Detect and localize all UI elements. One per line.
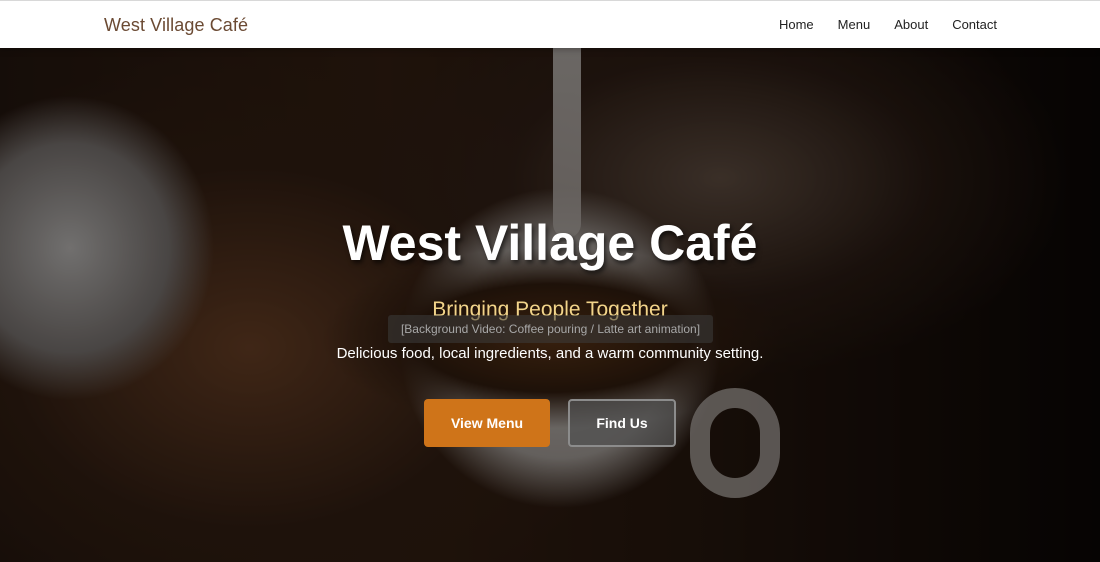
nav-link-menu[interactable]: Menu <box>838 17 871 32</box>
brand-logo-link[interactable]: West Village Café <box>104 15 248 36</box>
main-nav: Home Menu About Contact <box>755 17 997 32</box>
hero-title: West Village Café <box>342 215 758 271</box>
site-header: West Village Café Home Menu About Contac… <box>0 0 1100 48</box>
hero-section: West Village Café Bringing People Togeth… <box>0 48 1100 562</box>
nav-link-contact[interactable]: Contact <box>952 17 997 32</box>
nav-link-home[interactable]: Home <box>779 17 814 32</box>
hero-description: Delicious food, local ingredients, and a… <box>336 345 764 362</box>
view-menu-button[interactable]: View Menu <box>424 399 550 447</box>
nav-link-about[interactable]: About <box>894 17 928 32</box>
background-video-placeholder: [Background Video: Coffee pouring / Latt… <box>388 315 713 343</box>
find-us-button[interactable]: Find Us <box>568 399 676 447</box>
